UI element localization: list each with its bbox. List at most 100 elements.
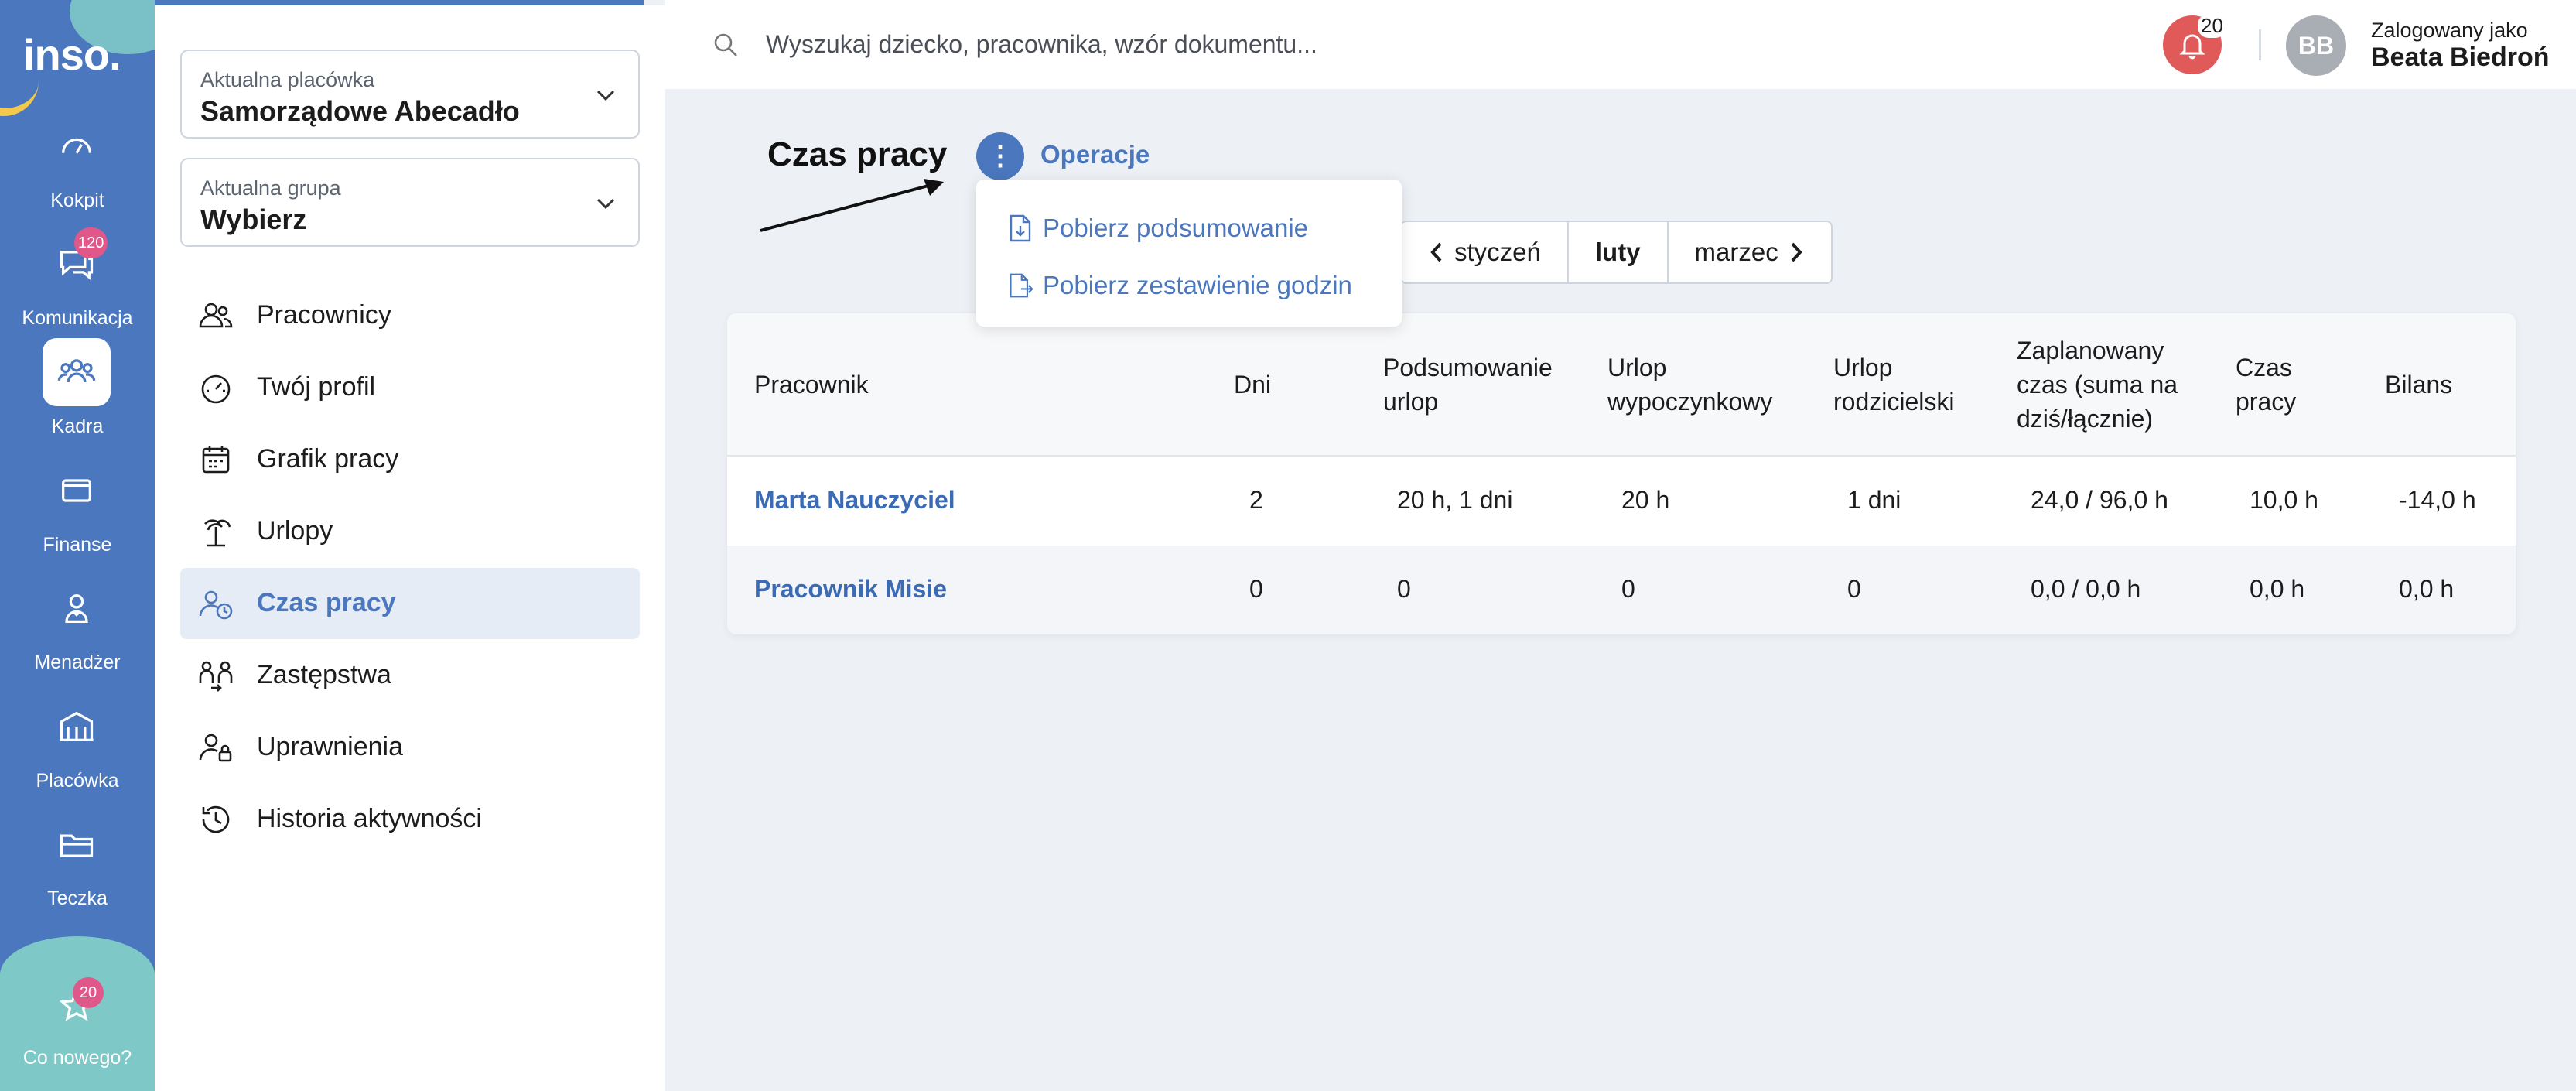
table-header: Pracownik Dni Podsumowanie urlop Urlop w…	[727, 313, 2516, 457]
rail-item-kokpit[interactable]: Kokpit	[0, 112, 155, 221]
notification-count: 20	[2198, 14, 2226, 38]
group-select[interactable]: Aktualna grupa Wybierz	[180, 158, 640, 247]
rail-label: Teczka	[47, 888, 108, 909]
next-month-button[interactable]: marzec	[1669, 222, 1831, 282]
table-cell: 0	[1621, 575, 1635, 603]
avatar[interactable]: BB	[2286, 15, 2346, 76]
sidebar-item-label: Zastępstwa	[257, 660, 391, 689]
sidebar-item-grafik[interactable]: Grafik pracy	[180, 424, 640, 495]
rail-label: Komunikacja	[22, 307, 133, 329]
sidebar-item-label: Urlopy	[257, 516, 333, 546]
page-title: Czas pracy	[767, 135, 948, 173]
app: inso. Kokpit 120 Komunikacja Kadra Finan…	[0, 0, 2576, 1091]
chevron-left-icon	[1430, 242, 1442, 262]
divider	[2259, 29, 2261, 60]
sidebar-item-label: Uprawnienia	[257, 732, 403, 761]
table-row: Marta Nauczyciel 2 20 h, 1 dni 20 h 1 dn…	[727, 457, 2516, 546]
main-content: Czas pracy ⋮ Operacje styczeń luty marze…	[665, 89, 2576, 1091]
rail-label: Finanse	[43, 534, 112, 556]
table-cell: 24,0 / 96,0 h	[2031, 486, 2168, 514]
table-cell: 20 h	[1621, 486, 1670, 514]
rail-label: Co nowego?	[22, 1047, 132, 1069]
rail-item-kadra[interactable]: Kadra	[0, 338, 155, 446]
sidebar-item-historia[interactable]: Historia aktywności	[180, 784, 640, 855]
wallet-icon	[43, 457, 111, 525]
top-accent-stripe	[155, 0, 644, 5]
table-cell: 20 h, 1 dni	[1397, 486, 1513, 514]
chevron-down-icon	[596, 90, 615, 101]
whats-new-button[interactable]: 20 Co nowego?	[0, 971, 155, 1079]
sidebar-item-label: Historia aktywności	[257, 804, 482, 833]
notification-badge: 20	[73, 977, 104, 1008]
sidebar-item-label: Czas pracy	[257, 588, 396, 617]
column-header: Zaplanowany czas (suma na dziś/łącznie)	[2017, 337, 2178, 433]
download-summary-item[interactable]: Pobierz podsumowanie	[1007, 209, 1308, 248]
sidebar-item-label: Grafik pracy	[257, 444, 399, 474]
rail-label: Kokpit	[50, 190, 104, 211]
sidebar-item-uprawnienia[interactable]: Uprawnienia	[180, 712, 640, 783]
column-header: Czas pracy	[2236, 354, 2297, 416]
folder-icon	[43, 810, 111, 878]
rail-item-komunikacja[interactable]: 120 Komunikacja	[0, 227, 155, 338]
main-nav-rail: inso. Kokpit 120 Komunikacja Kadra Finan…	[0, 0, 155, 1091]
employee-link[interactable]: Marta Nauczyciel	[754, 486, 955, 515]
sidebar-item-profil[interactable]: Twój profil	[180, 352, 640, 423]
dropdown-item-label: Pobierz podsumowanie	[1043, 214, 1309, 242]
table-cell: -14,0 h	[2399, 486, 2476, 514]
operations-dropdown: Pobierz podsumowanie Pobierz zestawienie…	[976, 180, 1402, 327]
sidebar-item-zastepstwa[interactable]: Zastępstwa	[180, 640, 640, 711]
profile-gauge-icon	[197, 369, 234, 406]
month-label: styczeń	[1454, 238, 1541, 266]
sidebar-item-pracownicy[interactable]: Pracownicy	[180, 280, 640, 351]
rail-item-menadzer[interactable]: Menadżer	[0, 574, 155, 682]
table-cell: 0,0 / 0,0 h	[2031, 575, 2141, 603]
rail-label: Kadra	[51, 416, 104, 437]
sidebar-item-label: Pracownicy	[257, 300, 391, 330]
sidebar-item-label: Twój profil	[257, 372, 376, 402]
facility-select[interactable]: Aktualna placówka Samorządowe Abecadło	[180, 50, 640, 139]
select-caption: Aktualna placówka	[200, 68, 375, 91]
current-month-button[interactable]: luty	[1569, 222, 1669, 282]
history-icon	[197, 801, 234, 838]
chevron-right-icon	[1791, 242, 1802, 262]
month-label: luty	[1594, 238, 1641, 266]
employee-link[interactable]: Pracownik Misie	[754, 575, 947, 604]
user-lock-icon	[197, 729, 234, 766]
table-cell: 0	[1249, 575, 1263, 603]
column-header: Podsumowanie urlop	[1383, 354, 1553, 416]
palm-icon	[197, 513, 234, 550]
table-cell: 1 dni	[1847, 486, 1901, 514]
month-label: marzec	[1694, 238, 1778, 266]
more-vertical-icon: ⋮	[987, 142, 1013, 171]
users-icon	[197, 297, 234, 334]
select-value: Samorządowe Abecadło	[200, 95, 520, 127]
top-bar: 20 BB Zalogowany jako Beata Biedroń	[665, 0, 2576, 89]
select-value: Wybierz	[200, 203, 307, 235]
table-cell: 0,0 h	[2250, 575, 2305, 603]
app-logo[interactable]: inso.	[23, 29, 121, 80]
rail-item-finanse[interactable]: Finanse	[0, 457, 155, 565]
rail-item-placowka[interactable]: Placówka	[0, 693, 155, 801]
operations-label[interactable]: Operacje	[1040, 140, 1150, 169]
rail-label: Menadżer	[34, 652, 121, 673]
table-cell: 0	[1397, 575, 1411, 603]
table-cell: 0	[1847, 575, 1861, 603]
module-sidebar: Aktualna placówka Samorządowe Abecadło A…	[155, 5, 665, 1091]
download-hours-item[interactable]: Pobierz zestawienie godzin	[1007, 266, 1352, 305]
chevron-down-icon	[596, 198, 615, 210]
search-input[interactable]	[766, 23, 1849, 66]
manager-icon	[43, 574, 111, 642]
rail-item-teczka[interactable]: Teczka	[0, 810, 155, 918]
sidebar-item-czas-pracy[interactable]: Czas pracy	[180, 568, 640, 639]
building-icon	[43, 693, 111, 761]
user-clock-icon	[197, 585, 234, 622]
sidebar-item-urlopy[interactable]: Urlopy	[180, 496, 640, 567]
column-header: Pracownik	[754, 371, 869, 398]
gauge-icon	[43, 112, 111, 180]
prev-month-button[interactable]: styczeń	[1402, 222, 1569, 282]
logged-in-user-name[interactable]: Beata Biedroń	[2371, 43, 2550, 73]
table-cell: 2	[1249, 486, 1263, 514]
operations-button[interactable]: ⋮	[976, 132, 1024, 180]
table-row: Pracownik Misie 0 0 0 0 0,0 / 0,0 h 0,0 …	[727, 546, 2516, 634]
rail-label: Placówka	[36, 770, 119, 792]
